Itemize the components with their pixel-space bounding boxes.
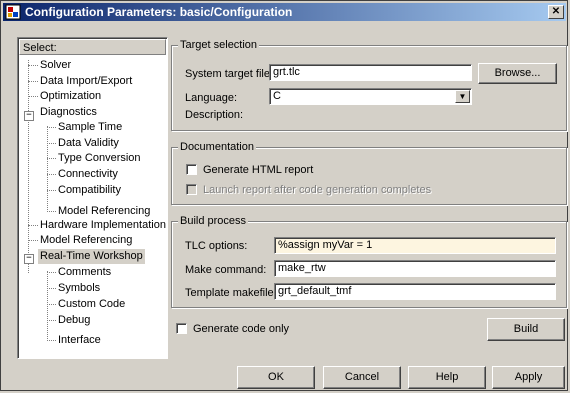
tree-item-model-referencing[interactable]: Model Referencing (38, 233, 134, 248)
tree-connector (47, 143, 56, 144)
make-command-label: Make command: (185, 264, 267, 276)
tree-item-hardware-implementation[interactable]: Hardware Implementation (38, 218, 167, 233)
tree-connector (28, 60, 29, 273)
tree-connector (47, 211, 56, 212)
tree-item-data-validity[interactable]: Data Validity (56, 136, 121, 151)
tree-connector (28, 225, 38, 226)
close-icon: ✕ (551, 6, 561, 17)
generate-code-only-checkbox[interactable] (176, 323, 187, 334)
tree-connector (47, 126, 48, 212)
tree-connector (28, 65, 38, 66)
window-title: Configuration Parameters: basic/Configur… (25, 5, 293, 19)
dialog-window: Configuration Parameters: basic/Configur… (0, 0, 568, 391)
tree-item-compatibility[interactable]: Compatibility (56, 183, 123, 198)
chevron-down-icon[interactable]: ▼ (455, 90, 470, 103)
description-label: Description: (185, 109, 244, 121)
tree-item-type-conversion[interactable]: Type Conversion (56, 151, 143, 166)
make-command-input[interactable]: make_rtw (274, 260, 556, 277)
tree-item-interface[interactable]: Interface (56, 333, 103, 348)
close-button[interactable]: ✕ (548, 5, 564, 19)
tlc-options-input[interactable]: %assign myVar = 1 (274, 237, 556, 254)
category-tree[interactable]: Select: − − Solver Data Import/Export Op… (17, 37, 168, 359)
tree-item-sample-time[interactable]: Sample Time (56, 120, 124, 135)
help-button[interactable]: Help (408, 366, 486, 389)
tree-item-solver[interactable]: Solver (38, 58, 73, 73)
language-label: Language: (185, 92, 237, 104)
system-target-file-input[interactable]: grt.tlc (269, 64, 472, 81)
tree-item-diagnostics[interactable]: Diagnostics (38, 105, 99, 120)
tlc-options-label: TLC options: (185, 240, 248, 252)
generate-html-report-label[interactable]: Generate HTML report (203, 163, 313, 177)
generate-html-report-checkbox[interactable] (186, 164, 197, 175)
tree-header: Select: (19, 39, 166, 55)
language-value: C (273, 90, 281, 102)
template-makefile-label: Template makefile: (185, 287, 277, 299)
tree-connector (47, 288, 56, 289)
tree-item-symbols[interactable]: Symbols (56, 281, 102, 296)
tree-item-connectivity[interactable]: Connectivity (56, 167, 120, 182)
tree-connector (47, 271, 48, 341)
system-target-file-label: System target file: (185, 68, 274, 80)
launch-report-label: Launch report after code generation comp… (203, 184, 432, 196)
tree-item-model-referencing-diag[interactable]: Model Referencing (56, 204, 152, 219)
target-selection-title: Target selection (178, 39, 260, 52)
build-button[interactable]: Build (487, 318, 565, 341)
tree-connector (47, 320, 56, 321)
tree-item-comments[interactable]: Comments (56, 265, 113, 280)
tree-connector (47, 174, 56, 175)
tree-item-debug[interactable]: Debug (56, 313, 92, 328)
collapse-diagnostics-icon[interactable]: − (24, 111, 34, 121)
simulink-app-icon (5, 4, 21, 20)
browse-button[interactable]: Browse... (478, 63, 557, 84)
tree-connector (47, 340, 56, 341)
documentation-title: Documentation (178, 141, 256, 154)
tree-connector (47, 158, 56, 159)
tree-item-custom-code[interactable]: Custom Code (56, 297, 127, 312)
ok-button[interactable]: OK (237, 366, 315, 389)
tree-connector (47, 127, 56, 128)
tree-connector (28, 81, 38, 82)
tree-item-data-import-export[interactable]: Data Import/Export (38, 74, 134, 89)
tree-connector (47, 304, 56, 305)
tree-connector (47, 190, 56, 191)
cancel-button[interactable]: Cancel (323, 366, 401, 389)
collapse-rtw-icon[interactable]: − (24, 254, 34, 264)
tree-connector (28, 240, 38, 241)
tree-item-optimization[interactable]: Optimization (38, 89, 103, 104)
tree-connector (47, 272, 56, 273)
launch-report-checkbox (186, 184, 197, 195)
build-process-title: Build process (178, 215, 249, 228)
tree-item-real-time-workshop[interactable]: Real-Time Workshop (38, 249, 145, 264)
generate-code-only-label[interactable]: Generate code only (193, 322, 289, 336)
tree-connector (28, 96, 38, 97)
template-makefile-input[interactable]: grt_default_tmf (274, 283, 556, 300)
language-select[interactable]: C ▼ (269, 88, 472, 105)
apply-button[interactable]: Apply (492, 366, 565, 389)
title-bar[interactable]: Configuration Parameters: basic/Configur… (3, 3, 566, 21)
